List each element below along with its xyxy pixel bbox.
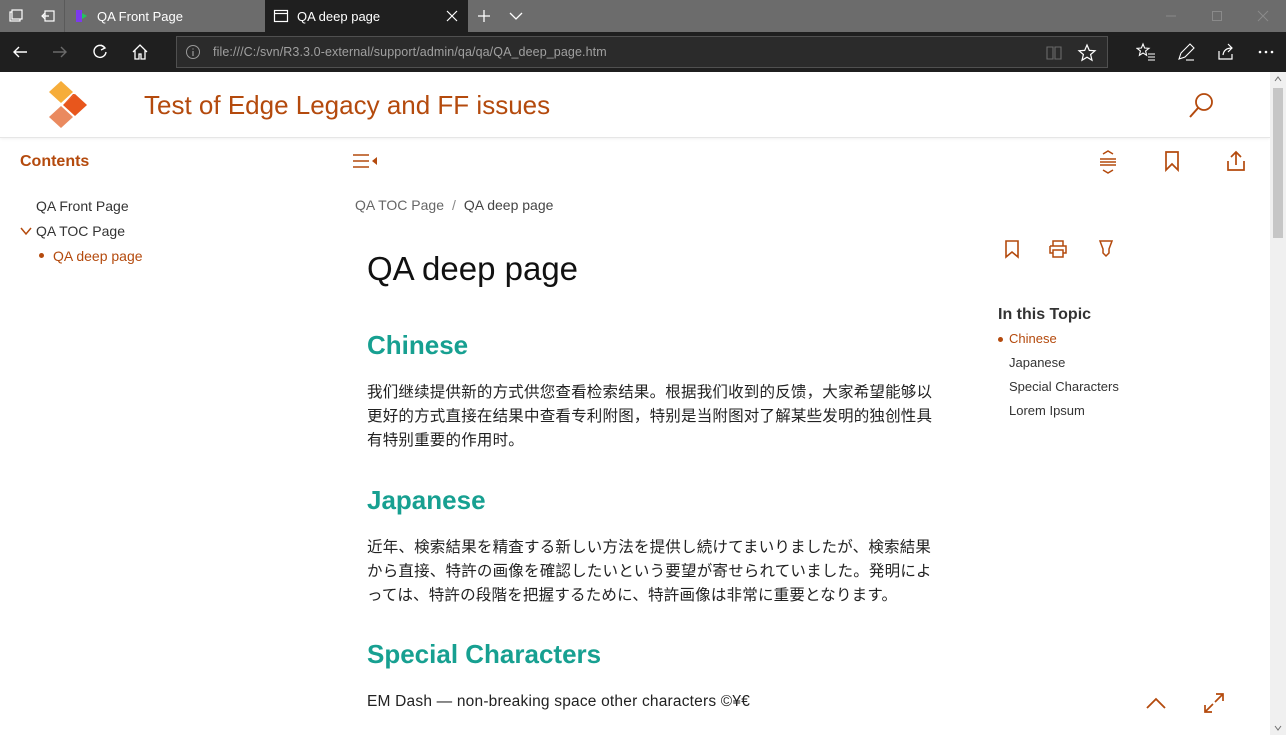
site-title[interactable]: Test of Edge Legacy and FF issues <box>144 90 550 121</box>
breadcrumb-separator: / <box>451 197 456 213</box>
section-text-chinese: 我们继续提供新的方式供您查看检索结果。根据我们收到的反馈，大家希望能够以 更好的… <box>367 380 947 452</box>
tab-qa-deep-page[interactable]: QA deep page <box>265 0 468 32</box>
minimize-icon[interactable] <box>1148 0 1194 32</box>
address-url[interactable]: file:///C:/svn/R3.3.0-external/support/a… <box>213 45 607 59</box>
breadcrumb-current: QA deep page <box>463 197 554 213</box>
chevron-down-icon[interactable] <box>20 226 32 236</box>
breadcrumb: QA TOC Page / QA deep page <box>355 197 553 213</box>
paragraph-line: から直接、特許の画像を確認したいという要望が寄せられていました。発明によ <box>367 562 932 580</box>
paragraph-line: 有特别重要的作用时。 <box>367 431 525 449</box>
toc-item-qa-deep-page[interactable]: QA deep page <box>53 248 143 264</box>
page-content: Test of Edge Legacy and FF issues Conten… <box>0 72 1270 735</box>
article-bookmark-icon[interactable] <box>1004 239 1020 259</box>
page-icon <box>265 8 297 24</box>
topic-link-chinese[interactable]: Chinese <box>1009 331 1057 346</box>
paragraph-line: 我们继续提供新的方式供您查看检索结果。根据我们收到的反馈，大家希望能够以 <box>367 383 933 401</box>
close-tab-icon[interactable] <box>444 8 460 24</box>
home-icon[interactable] <box>120 32 160 72</box>
scrollbar-thumb[interactable] <box>1273 88 1283 238</box>
tab-preview-icon[interactable] <box>0 0 32 32</box>
scroll-down-icon[interactable] <box>1274 725 1282 731</box>
tab-qa-front-page[interactable]: QA Front Page <box>64 0 264 32</box>
toc-item-qa-toc-page[interactable]: QA TOC Page <box>36 223 125 239</box>
new-tab-icon[interactable] <box>468 0 500 32</box>
article-title: QA deep page <box>367 250 579 287</box>
reading-view-icon[interactable] <box>1045 44 1063 62</box>
current-bullet-icon <box>39 253 44 258</box>
diamond-logo-icon[interactable] <box>46 80 98 130</box>
section-text-japanese: 近年、検索結果を精査する新しい方法を提供し続けてまいりましたが、検索結果 から直… <box>367 535 947 607</box>
browser-nav-bar: file:///C:/svn/R3.3.0-external/support/a… <box>0 32 1286 72</box>
toc-item-qa-front-page[interactable]: QA Front Page <box>36 198 129 214</box>
topic-link-lorem-ipsum[interactable]: Lorem Ipsum <box>1009 403 1085 418</box>
expand-icon[interactable] <box>1203 692 1225 714</box>
contents-title: Contents <box>20 153 90 170</box>
current-bullet-icon <box>998 337 1003 342</box>
paragraph-line: っては、特許の段階を把握するために、特許画像は非常に重要となります。 <box>367 586 898 604</box>
chevron-up-icon[interactable] <box>1145 696 1167 710</box>
scroll-up-icon[interactable] <box>1274 76 1282 82</box>
web-note-pen-icon[interactable] <box>1166 32 1206 72</box>
highlighter-icon[interactable] <box>1098 239 1114 259</box>
paragraph-line: 近年、検索結果を精査する新しい方法を提供し続けてまいりましたが、検索結果 <box>367 538 932 556</box>
set-tabs-aside-icon[interactable] <box>32 0 64 32</box>
topic-link-japanese[interactable]: Japanese <box>1009 355 1065 370</box>
more-dots-icon[interactable] <box>1246 32 1286 72</box>
vertical-scrollbar[interactable] <box>1270 72 1286 735</box>
topic-link-special-characters[interactable]: Special Characters <box>1009 379 1119 394</box>
address-bar[interactable]: file:///C:/svn/R3.3.0-external/support/a… <box>176 36 1108 68</box>
paragraph-line: EM Dash — non-breaking space other chara… <box>367 693 751 710</box>
in-this-topic-title: In this Topic <box>998 306 1092 323</box>
maximize-icon[interactable] <box>1194 0 1240 32</box>
tab-title: QA Front Page <box>97 8 183 24</box>
section-heading-special-characters: Special Characters <box>367 639 602 669</box>
favorite-star-icon[interactable] <box>1077 43 1097 63</box>
site-favicon-icon <box>65 8 97 24</box>
print-icon[interactable] <box>1048 239 1068 259</box>
back-arrow-icon[interactable] <box>0 32 40 72</box>
section-heading-japanese: Japanese <box>367 485 486 515</box>
forward-arrow-icon[interactable] <box>40 32 80 72</box>
section-heading-chinese: Chinese <box>367 330 469 360</box>
menu-collapse-icon[interactable] <box>352 153 378 169</box>
browser-tab-bar: QA Front Page QA deep page <box>0 0 1286 32</box>
breadcrumb-link-qa-toc-page[interactable]: QA TOC Page <box>355 197 444 213</box>
share-page-icon[interactable] <box>1226 150 1246 172</box>
favorites-list-icon[interactable] <box>1126 32 1166 72</box>
site-info-icon[interactable] <box>185 44 201 60</box>
expand-collapse-icon[interactable] <box>1098 150 1118 174</box>
site-header: Test of Edge Legacy and FF issues <box>0 72 1270 138</box>
bookmark-icon[interactable] <box>1164 150 1180 172</box>
search-icon[interactable] <box>1186 91 1216 121</box>
tab-list-chevron-down-icon[interactable] <box>500 0 532 32</box>
section-text-special-characters: EM Dash — non-breaking space other chara… <box>367 690 947 714</box>
close-window-icon[interactable] <box>1240 0 1286 32</box>
tab-title: QA deep page <box>297 8 381 24</box>
paragraph-line: 更好的方式直接在结果中查看专利附图，特别是当附图对了解某些发明的独创性具 <box>367 407 933 425</box>
refresh-icon[interactable] <box>80 32 120 72</box>
share-icon[interactable] <box>1206 32 1246 72</box>
